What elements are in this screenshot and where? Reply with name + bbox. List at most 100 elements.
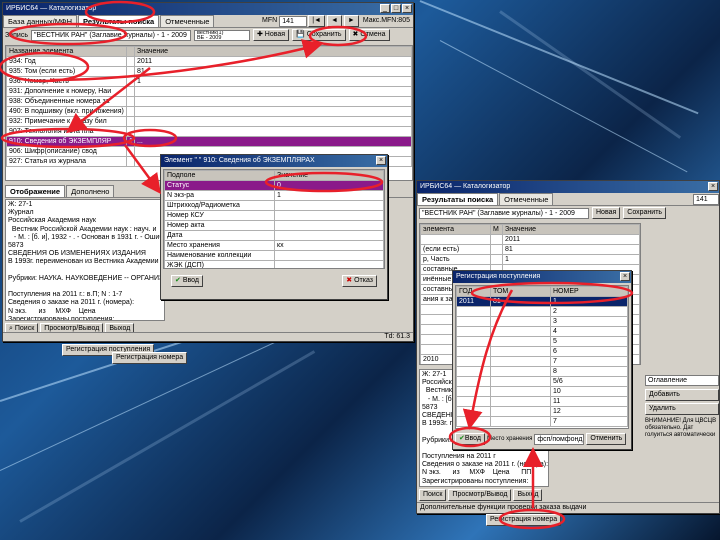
- save-record-button[interactable]: 💾 Сохранить: [292, 29, 346, 41]
- tab-database[interactable]: База данных/МФН: [3, 15, 78, 27]
- number-cell[interactable]: 5/6: [550, 376, 628, 387]
- volume-cell[interactable]: [490, 366, 551, 377]
- subfield-value-cell[interactable]: [274, 230, 384, 241]
- table-row[interactable]: Штрихкод/Радиометка: [164, 200, 384, 211]
- side-delete-button[interactable]: Удалить: [645, 403, 719, 415]
- volume-cell[interactable]: [490, 316, 551, 327]
- tab-marked[interactable]: Отмеченные: [160, 15, 215, 27]
- number-cell[interactable]: 1: [550, 296, 628, 307]
- field-value-cell[interactable]: 2011: [502, 234, 640, 245]
- volume-cell[interactable]: [490, 406, 551, 417]
- number-cell[interactable]: 7: [550, 416, 628, 427]
- dialog-ok-button[interactable]: ✔ Ввод: [171, 275, 203, 287]
- prev-record-button[interactable]: ◄: [326, 15, 342, 27]
- table-row[interactable]: 2011 81 1: [456, 296, 628, 307]
- next-record-button[interactable]: ►: [343, 15, 359, 27]
- volume-cell[interactable]: [490, 346, 551, 357]
- table-row[interactable]: 907: Технология и эта пла: [6, 126, 412, 137]
- volume-cell[interactable]: [490, 336, 551, 347]
- volume-cell[interactable]: [490, 386, 551, 397]
- number-cell[interactable]: 5: [550, 336, 628, 347]
- tab-additional[interactable]: Дополнено: [66, 185, 115, 197]
- tab-display[interactable]: Отображение: [5, 185, 66, 197]
- year-cell[interactable]: [456, 376, 491, 387]
- volume-cell[interactable]: [490, 416, 551, 427]
- table-row[interactable]: 932: Примечание к заказу бил: [6, 116, 412, 127]
- year-cell[interactable]: 2011: [456, 296, 491, 307]
- number-cell[interactable]: 2: [550, 306, 628, 317]
- year-cell[interactable]: [456, 316, 491, 327]
- table-row[interactable]: Дата: [164, 230, 384, 241]
- taskbar-registration-number-2[interactable]: Регистрация номера: [486, 514, 562, 526]
- table-row[interactable]: Наименование коллекции: [164, 250, 384, 261]
- table-row[interactable]: 12: [456, 406, 628, 417]
- table-row[interactable]: 6: [456, 346, 628, 357]
- number-cell[interactable]: 10: [550, 386, 628, 397]
- table-row[interactable]: Номер акта: [164, 220, 384, 231]
- mfn-field-2[interactable]: 141: [693, 194, 719, 205]
- table-row[interactable]: 7: [456, 416, 628, 427]
- field-value-cell[interactable]: 81: [502, 244, 640, 255]
- subfield-value-cell[interactable]: [274, 210, 384, 221]
- subfield-value-cell[interactable]: 1: [274, 190, 384, 201]
- subfield-value-cell[interactable]: 0: [274, 180, 384, 191]
- volume-cell[interactable]: [490, 306, 551, 317]
- year-cell[interactable]: [456, 346, 491, 357]
- table-row[interactable]: 938: Объединенные номера за: [6, 96, 412, 107]
- table-row[interactable]: Номер КСУ: [164, 210, 384, 221]
- number-cell[interactable]: 3: [550, 316, 628, 327]
- table-row[interactable]: 4: [456, 326, 628, 337]
- table-row[interactable]: 3: [456, 316, 628, 327]
- new-record-button-2[interactable]: Новая: [592, 207, 621, 219]
- volume-cell[interactable]: [490, 396, 551, 407]
- subfield-value-cell[interactable]: [274, 260, 384, 268]
- field-value-cell[interactable]: [134, 126, 412, 137]
- first-record-button[interactable]: |◄: [308, 15, 325, 27]
- number-cell[interactable]: 6: [550, 346, 628, 357]
- table-row[interactable]: 936: Номер, Часть 1: [6, 76, 412, 87]
- field-value-cell[interactable]: [134, 96, 412, 107]
- reg-dialog-close-button[interactable]: ×: [620, 272, 630, 281]
- new-record-button[interactable]: ✚ Новая: [252, 29, 290, 41]
- table-row[interactable]: Место хранения кх: [164, 240, 384, 251]
- cancel-record-button[interactable]: ✖ Отмена: [348, 29, 390, 41]
- subfield-value-cell[interactable]: кх: [274, 240, 384, 251]
- table-row[interactable]: 931: Дополнение к номеру, Наи: [6, 86, 412, 97]
- mfn-field[interactable]: 141: [279, 16, 308, 27]
- exit-button-2[interactable]: Выход: [513, 489, 543, 501]
- save-record-button-2[interactable]: Сохранить: [623, 207, 667, 219]
- number-cell[interactable]: 11: [550, 396, 628, 407]
- table-row[interactable]: 8: [456, 366, 628, 377]
- taskbar-registration-number[interactable]: Регистрация номера: [112, 352, 188, 364]
- table-row[interactable]: р, Часть 1: [420, 254, 640, 265]
- view-print-button-2[interactable]: Просмотр/Вывод: [448, 489, 512, 501]
- year-cell[interactable]: [456, 396, 491, 407]
- side-add-button[interactable]: Добавить: [645, 389, 719, 401]
- table-row[interactable]: 2011: [420, 234, 640, 245]
- field-value-cell[interactable]: 1: [134, 76, 412, 87]
- year-cell[interactable]: [456, 366, 491, 377]
- year-cell[interactable]: [456, 326, 491, 337]
- tab-search-results-2[interactable]: Результаты поиска: [417, 193, 499, 205]
- table-row[interactable]: 5: [456, 336, 628, 347]
- subfield-value-cell[interactable]: [274, 200, 384, 211]
- subfield-value-cell[interactable]: [274, 250, 384, 261]
- reg-cancel-button[interactable]: Отменить: [586, 433, 627, 445]
- search-button-2[interactable]: Поиск: [419, 489, 447, 501]
- year-cell[interactable]: [456, 356, 491, 367]
- table-row[interactable]: 11: [456, 396, 628, 407]
- table-row[interactable]: Статус 0: [164, 180, 384, 191]
- storage-field[interactable]: фсп/помфонд: [534, 433, 585, 445]
- dialog-close-button[interactable]: ×: [376, 156, 386, 165]
- close-button-2[interactable]: ×: [708, 182, 718, 191]
- table-row[interactable]: N экз-ра 1: [164, 190, 384, 201]
- year-cell[interactable]: [456, 336, 491, 347]
- number-cell[interactable]: 4: [550, 326, 628, 337]
- tab-search-results[interactable]: Результаты поиска: [78, 15, 160, 27]
- volume-cell[interactable]: [490, 376, 551, 387]
- minimize-button[interactable]: _: [380, 4, 390, 13]
- subfield-value-cell[interactable]: [274, 220, 384, 231]
- field-value-cell[interactable]: [134, 116, 412, 127]
- field-value-cell[interactable]: 81: [134, 66, 412, 77]
- table-row[interactable]: 910: Сведения об ЭКЗЕМПЛЯР 1...: [6, 136, 412, 147]
